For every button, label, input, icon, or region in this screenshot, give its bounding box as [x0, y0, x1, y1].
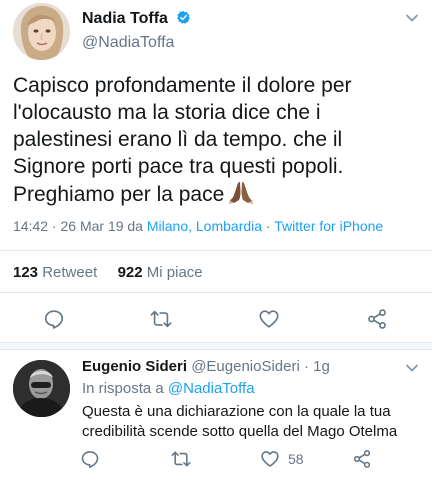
author-name[interactable]: Nadia Toffa: [82, 10, 191, 28]
tweet-meta: 14:42 · 26 Mar 19 da Milano, Lombardia ·…: [13, 218, 383, 234]
meta-separator: ·: [262, 218, 275, 234]
tweet-text-line-content: Preghiamo per la pace: [13, 183, 225, 206]
retweet-count: 123: [13, 264, 39, 281]
share-button[interactable]: [364, 306, 390, 332]
divider: [0, 250, 432, 251]
reply-icon: [44, 310, 64, 329]
reply-text-line: credibilità scende sotto quella del Mago…: [82, 423, 398, 440]
timestamp: 14:42 · 26 Mar 19 da: [13, 218, 147, 234]
retweet-icon: [150, 310, 172, 328]
reply-tweet[interactable]: Eugenio Sideri @EugenioSideri · 1g In ri…: [0, 350, 432, 480]
retweet-icon: [171, 451, 191, 467]
reply-author-handle[interactable]: @EugenioSideri: [191, 358, 300, 375]
like-icon: [261, 451, 279, 467]
in-reply-prefix: In risposta a: [82, 380, 168, 397]
retweet-button[interactable]: [148, 306, 174, 332]
reply-like-count: 58: [288, 451, 304, 467]
in-reply-handle-link[interactable]: @NadiaToffa: [168, 380, 255, 397]
tweet-text-line: l'olocausto ma la storia dice che i: [13, 101, 321, 124]
reply-text: Questa è una dichiarazione con la quale …: [82, 402, 427, 442]
reply-reply-button[interactable]: [80, 448, 100, 470]
tweet-text-line: Capisco profondamente il dolore per: [13, 74, 352, 97]
verified-badge-icon: [177, 10, 191, 24]
tweet-text-line: Preghiamo per la pace: [13, 180, 423, 208]
reply-text-line: Questa è una dichiarazione con la quale …: [82, 403, 391, 420]
author-handle[interactable]: @NadiaToffa: [82, 34, 174, 52]
reply-icon: [81, 451, 99, 468]
tweet-text: Capisco profondamente il dolore per l'ol…: [13, 72, 423, 208]
reply-actions: 58: [0, 448, 432, 472]
like-stat[interactable]: 922 Mi piace: [118, 264, 203, 281]
reply-time: · 1g: [299, 358, 330, 375]
reply-author-name[interactable]: Eugenio Sideri: [82, 358, 187, 375]
tweet-stats: 123 Retweet 922 Mi piace: [13, 264, 203, 281]
tweet-actions: [0, 306, 432, 334]
tweet-text-line: palestinesi erano lì da tempo. che il: [13, 128, 343, 151]
like-count: 922: [117, 264, 143, 281]
main-tweet: Nadia Toffa @NadiaToffa Capisco profonda…: [0, 0, 432, 342]
chevron-down-icon[interactable]: [404, 360, 420, 376]
tweet-text-line: Signore porti pace tra questi popoli.: [13, 155, 344, 178]
reply-avatar[interactable]: [13, 360, 70, 417]
retweet-label: Retweet: [42, 264, 98, 281]
reply-header: Eugenio Sideri @EugenioSideri · 1g: [82, 358, 330, 375]
chevron-down-icon[interactable]: [404, 10, 420, 26]
reply-like-button[interactable]: 58: [260, 448, 304, 470]
retweet-stat[interactable]: 123 Retweet: [13, 264, 97, 281]
like-icon: [259, 310, 279, 328]
in-reply-to: In risposta a @NadiaToffa: [82, 380, 255, 397]
share-icon: [353, 450, 371, 468]
divider: [0, 292, 432, 293]
reply-share-button[interactable]: [352, 448, 372, 470]
like-label: Mi piace: [146, 264, 203, 281]
reply-button[interactable]: [41, 306, 67, 332]
share-icon: [368, 309, 386, 329]
source-link[interactable]: Twitter for iPhone: [274, 218, 383, 234]
location-link[interactable]: Milano, Lombardia: [147, 218, 262, 234]
avatar[interactable]: [13, 3, 70, 60]
section-separator: [0, 342, 432, 350]
like-button[interactable]: [256, 306, 282, 332]
reply-retweet-button[interactable]: [170, 448, 192, 470]
author-name-text: Nadia Toffa: [82, 10, 168, 27]
folded-hands-emoji: [229, 182, 254, 204]
